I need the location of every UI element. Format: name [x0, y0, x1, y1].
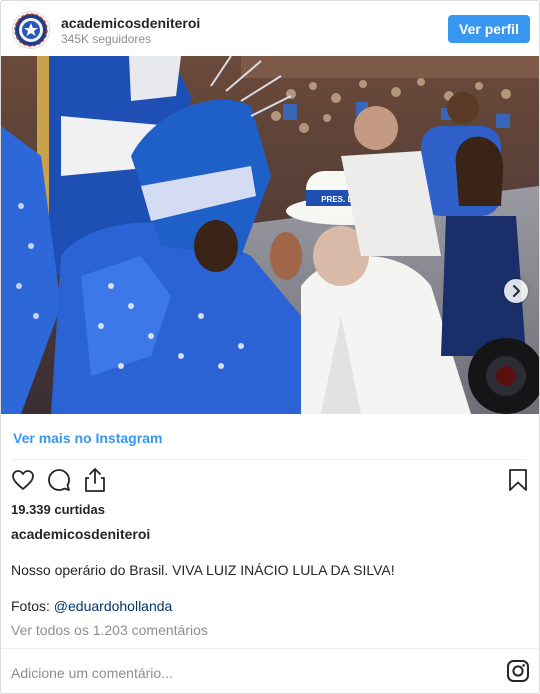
- like-count[interactable]: 19.339 curtidas: [11, 502, 105, 517]
- caption-username[interactable]: academicosdeniteroi: [11, 526, 150, 542]
- comment-button[interactable]: [47, 468, 71, 497]
- instagram-logo-icon: [507, 660, 529, 682]
- instagram-logo-link[interactable]: [506, 659, 530, 688]
- divider: [13, 459, 527, 460]
- share-button[interactable]: [83, 467, 107, 498]
- follower-count: 345K seguidores: [61, 32, 152, 46]
- profile-avatar[interactable]: [12, 11, 50, 49]
- save-button[interactable]: [508, 468, 528, 497]
- post-image[interactable]: PRES. LULA: [1, 56, 539, 414]
- chevron-right-icon: [513, 285, 520, 297]
- add-comment-input[interactable]: Adicione um comentário...: [11, 665, 173, 681]
- photo-credit: Fotos: @eduardohollanda: [11, 598, 172, 614]
- samba-school-emblem-icon: [14, 13, 48, 47]
- caption-text: Nosso operário do Brasil. VIVA LUIZ INÁC…: [11, 562, 395, 578]
- share-icon: [85, 468, 105, 492]
- carnival-photo: PRES. LULA: [1, 56, 539, 414]
- post-header: academicosdeniteroi 345K seguidores Ver …: [1, 1, 539, 56]
- next-image-button[interactable]: [504, 279, 528, 303]
- like-button[interactable]: [11, 468, 35, 497]
- bookmark-icon: [509, 469, 527, 491]
- view-all-comments-link[interactable]: Ver todos os 1.203 comentários: [11, 622, 208, 638]
- comment-icon: [48, 469, 70, 491]
- view-profile-button[interactable]: Ver perfil: [448, 15, 530, 43]
- profile-username[interactable]: academicosdeniteroi: [61, 15, 200, 31]
- heart-icon: [12, 470, 34, 490]
- divider: [1, 648, 539, 649]
- view-more-on-instagram-link[interactable]: Ver mais no Instagram: [13, 430, 162, 446]
- credit-handle-link[interactable]: @eduardohollanda: [54, 598, 173, 614]
- instagram-embed-card: academicosdeniteroi 345K seguidores Ver …: [0, 0, 540, 694]
- credit-prefix: Fotos:: [11, 598, 50, 614]
